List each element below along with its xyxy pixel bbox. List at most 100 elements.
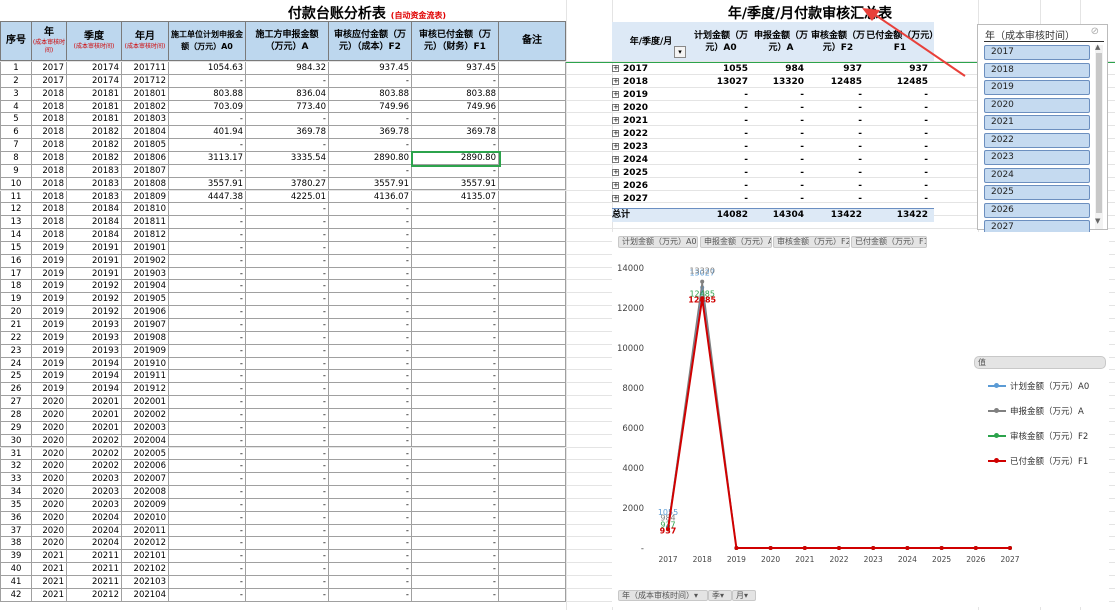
- table-cell[interactable]: 2020: [32, 511, 67, 525]
- table-cell[interactable]: 20211: [67, 563, 122, 576]
- slicer-item[interactable]: 2025: [984, 185, 1090, 200]
- table-cell[interactable]: -: [246, 344, 329, 358]
- table-cell[interactable]: -: [412, 486, 499, 499]
- pivot-row[interactable]: +2021 - - - -: [612, 115, 934, 127]
- table-cell[interactable]: 201810: [122, 203, 169, 217]
- table-cell[interactable]: 20202: [67, 447, 122, 461]
- table-cell[interactable]: 20203: [67, 498, 122, 512]
- table-cell[interactable]: -: [329, 473, 412, 487]
- table-cell[interactable]: [499, 344, 566, 358]
- table-cell[interactable]: 2020: [32, 537, 67, 551]
- table-cell[interactable]: -: [169, 254, 246, 268]
- table-cell[interactable]: -: [169, 229, 246, 242]
- table-cell[interactable]: -: [169, 408, 246, 422]
- table-cell[interactable]: 3557.91: [169, 177, 246, 191]
- table-cell[interactable]: 11: [0, 190, 32, 204]
- table-cell[interactable]: -: [169, 486, 246, 499]
- table-cell[interactable]: 20201: [67, 421, 122, 435]
- table-cell[interactable]: -: [169, 396, 246, 409]
- table-cell[interactable]: 202004: [122, 434, 169, 448]
- table-cell[interactable]: -: [329, 498, 412, 512]
- table-cell[interactable]: [499, 576, 566, 589]
- table-cell[interactable]: 20184: [67, 203, 122, 217]
- table-cell[interactable]: 2019: [32, 357, 67, 371]
- table-cell[interactable]: 13: [0, 216, 32, 230]
- table-cell[interactable]: -: [412, 383, 499, 397]
- table-cell[interactable]: 20191: [67, 267, 122, 281]
- table-cell[interactable]: 3113.17: [169, 151, 246, 165]
- table-cell[interactable]: -: [412, 241, 499, 255]
- table-cell[interactable]: -: [412, 537, 499, 551]
- table-cell[interactable]: 28: [0, 408, 32, 422]
- expand-icon[interactable]: +: [612, 91, 619, 98]
- table-cell[interactable]: -: [412, 447, 499, 461]
- table-cell[interactable]: 20183: [67, 177, 122, 191]
- table-cell[interactable]: -: [412, 396, 499, 409]
- header-month[interactable]: 年月 (成本审核时间): [122, 21, 169, 61]
- table-cell[interactable]: 20201: [67, 396, 122, 409]
- table-cell[interactable]: 20181: [67, 87, 122, 101]
- table-cell[interactable]: -: [246, 563, 329, 576]
- table-cell[interactable]: 984.32: [246, 62, 329, 75]
- slicer-item[interactable]: 2019: [984, 80, 1090, 95]
- table-cell[interactable]: -: [412, 267, 499, 281]
- filter-clear-icon[interactable]: ⊘: [1091, 26, 1099, 37]
- header-a0[interactable]: 施工单位计划申报金额（万元）A0: [169, 21, 246, 61]
- table-cell[interactable]: 2018: [32, 126, 67, 140]
- table-cell[interactable]: -: [169, 511, 246, 525]
- table-cell[interactable]: [499, 87, 566, 101]
- table-cell[interactable]: 20211: [67, 576, 122, 589]
- table-cell[interactable]: -: [246, 460, 329, 474]
- table-cell[interactable]: -: [246, 74, 329, 88]
- table-cell[interactable]: -: [329, 203, 412, 217]
- table-cell[interactable]: 16: [0, 254, 32, 268]
- table-cell[interactable]: 30: [0, 434, 32, 448]
- table-cell[interactable]: 202001: [122, 396, 169, 409]
- table-cell[interactable]: 2018: [32, 177, 67, 191]
- table-cell[interactable]: 201812: [122, 229, 169, 242]
- pivot-header[interactable]: 申报金额（万元）A: [752, 22, 810, 61]
- table-cell[interactable]: -: [246, 447, 329, 461]
- table-cell[interactable]: -: [169, 524, 246, 538]
- selected-cell[interactable]: [411, 151, 501, 167]
- table-cell[interactable]: -: [412, 511, 499, 525]
- table-cell[interactable]: -: [329, 306, 412, 319]
- table-cell[interactable]: 20184: [67, 229, 122, 242]
- table-cell[interactable]: -: [246, 537, 329, 551]
- table-cell[interactable]: [499, 241, 566, 255]
- table-cell[interactable]: 20181: [67, 100, 122, 114]
- table-cell[interactable]: 27: [0, 396, 32, 409]
- table-cell[interactable]: -: [169, 447, 246, 461]
- table-cell[interactable]: 2018: [32, 87, 67, 101]
- table-cell[interactable]: [499, 511, 566, 525]
- table-cell[interactable]: -: [169, 306, 246, 319]
- slicer-item[interactable]: 2020: [984, 97, 1090, 113]
- table-cell[interactable]: -: [412, 164, 499, 178]
- table-cell[interactable]: -: [412, 293, 499, 307]
- table-cell[interactable]: [499, 126, 566, 140]
- table-cell[interactable]: -: [412, 306, 499, 319]
- table-cell[interactable]: -: [329, 576, 412, 589]
- table-cell[interactable]: 34: [0, 486, 32, 499]
- table-cell[interactable]: -: [329, 524, 412, 538]
- table-cell[interactable]: -: [169, 164, 246, 178]
- table-cell[interactable]: [499, 151, 566, 165]
- scroll-up-icon[interactable]: ▲: [1095, 43, 1100, 51]
- header-year[interactable]: 年 (成本审核时间): [32, 21, 67, 61]
- table-cell[interactable]: 201711: [122, 62, 169, 75]
- table-cell[interactable]: 39: [0, 550, 32, 564]
- table-cell[interactable]: -: [169, 421, 246, 435]
- table-cell[interactable]: -: [329, 164, 412, 178]
- table-cell[interactable]: 24: [0, 357, 32, 371]
- table-cell[interactable]: -: [169, 344, 246, 358]
- table-cell[interactable]: 2020: [32, 524, 67, 538]
- table-cell[interactable]: 369.78: [246, 126, 329, 140]
- table-cell[interactable]: 2018: [32, 190, 67, 204]
- table-cell[interactable]: 20182: [67, 126, 122, 140]
- table-cell[interactable]: -: [329, 588, 412, 602]
- table-cell[interactable]: 2: [0, 74, 32, 88]
- table-cell[interactable]: 2020: [32, 434, 67, 448]
- table-cell[interactable]: 2017: [32, 62, 67, 75]
- table-cell[interactable]: -: [169, 563, 246, 576]
- row-filter-dropdown-icon[interactable]: ▾: [674, 46, 686, 58]
